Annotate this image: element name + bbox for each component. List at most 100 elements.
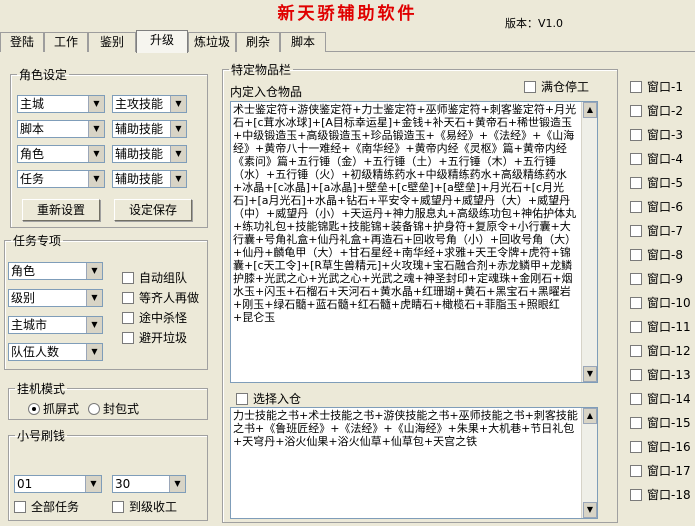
task-role-select[interactable]: 角色 ▼ <box>8 262 103 280</box>
checkbox-icon <box>630 345 642 357</box>
checkbox-icon <box>630 273 642 285</box>
full-stop-checkbox[interactable]: 满仓停工 <box>524 80 589 94</box>
screen-capture-label: 抓屏式 <box>43 402 80 416</box>
window-label: 窗口-6 <box>647 200 683 214</box>
full-stop-label: 满仓停工 <box>541 80 590 94</box>
choose-items-textarea[interactable]: 力士技能之书+术士技能之书+游侠技能之书+巫师技能之书+刺客技能之书+《鲁班匠经… <box>230 407 598 519</box>
packet-radio[interactable]: 封包式 <box>88 402 139 416</box>
kill-monsters-label: 途中杀怪 <box>139 311 188 325</box>
screen-capture-radio[interactable]: 抓屏式 <box>28 402 79 416</box>
wait-all-label: 等齐人再做 <box>139 291 200 305</box>
script-select[interactable]: 脚本 ▼ <box>17 120 105 138</box>
task-role-select-value: 角色 <box>11 264 36 278</box>
assist-skill-select-2[interactable]: 辅助技能 ▼ <box>112 145 187 163</box>
save-settings-button[interactable]: 设定保存 <box>114 199 192 221</box>
assist-skill-select-3-value: 辅助技能 <box>115 172 164 186</box>
window-checkbox-17[interactable]: 窗口-17 <box>630 464 691 478</box>
chevron-down-icon: ▼ <box>86 290 102 306</box>
window-checkbox-8[interactable]: 窗口-8 <box>630 248 683 262</box>
checkbox-icon <box>630 441 642 453</box>
window-label: 窗口-8 <box>647 248 683 262</box>
city-select[interactable]: 主城 ▼ <box>17 95 105 113</box>
wait-all-checkbox[interactable]: 等齐人再做 <box>122 291 199 305</box>
scroll-up-icon[interactable]: ▲ <box>583 408 597 424</box>
level-stop-checkbox[interactable]: 到级收工 <box>112 500 177 514</box>
alt-start-select[interactable]: 01 ▼ <box>14 475 102 493</box>
all-tasks-checkbox[interactable]: 全部任务 <box>14 500 79 514</box>
chevron-down-icon: ▼ <box>86 263 102 279</box>
tab-bar: 登陆 工作 鉴别 升级 炼垃圾 刷杂 脚本 <box>0 30 695 53</box>
assist-skill-select-1[interactable]: 辅助技能 ▼ <box>112 120 187 138</box>
character-select-value: 角色 <box>20 147 45 161</box>
chevron-down-icon: ▼ <box>86 344 102 360</box>
checkbox-icon <box>630 153 642 165</box>
window-checkbox-1[interactable]: 窗口-1 <box>630 80 683 94</box>
scroll-up-icon[interactable]: ▲ <box>583 102 597 118</box>
store-items-scrollbar[interactable]: ▲ ▼ <box>581 102 597 382</box>
chevron-down-icon: ▼ <box>170 146 186 162</box>
main-skill-select[interactable]: 主攻技能 ▼ <box>112 95 187 113</box>
chevron-down-icon: ▼ <box>86 317 102 333</box>
window-checkbox-2[interactable]: 窗口-2 <box>630 104 683 118</box>
store-items-label: 内定入仓物品 <box>230 85 303 99</box>
choose-store-checkbox[interactable]: 选择入仓 <box>236 392 301 406</box>
avoid-junk-label: 避开垃圾 <box>139 331 188 345</box>
tab-login[interactable]: 登陆 <box>0 32 44 52</box>
window-label: 窗口-10 <box>647 296 691 310</box>
task-select[interactable]: 任务 ▼ <box>17 170 105 188</box>
tab-misc[interactable]: 刷杂 <box>236 32 280 52</box>
window-label: 窗口-4 <box>647 152 683 166</box>
window-label: 窗口-11 <box>647 320 691 334</box>
checkbox-icon <box>236 393 248 405</box>
reset-button[interactable]: 重新设置 <box>22 199 100 221</box>
tab-work[interactable]: 工作 <box>44 32 88 52</box>
checkbox-icon <box>524 81 536 93</box>
checkbox-icon <box>630 393 642 405</box>
choose-items-scrollbar[interactable]: ▲ ▼ <box>581 408 597 518</box>
assist-skill-select-3[interactable]: 辅助技能 ▼ <box>112 170 187 188</box>
window-checkbox-12[interactable]: 窗口-12 <box>630 344 691 358</box>
store-items-text: 术士鉴定符+游侠鉴定符+力士鉴定符+巫师鉴定符+刺客鉴定符+月光石+[c茸水冰球… <box>233 103 577 324</box>
chevron-down-icon: ▼ <box>170 171 186 187</box>
role-settings-legend: 角色设定 <box>19 68 68 82</box>
store-items-textarea[interactable]: 术士鉴定符+游侠鉴定符+力士鉴定符+巫师鉴定符+刺客鉴定符+月光石+[c茸水冰球… <box>230 101 598 383</box>
scroll-down-icon[interactable]: ▼ <box>583 366 597 382</box>
alt-end-select-value: 30 <box>115 477 131 491</box>
tab-identify[interactable]: 鉴别 <box>88 32 136 52</box>
character-select[interactable]: 角色 ▼ <box>17 145 105 163</box>
kill-monsters-checkbox[interactable]: 途中杀怪 <box>122 311 187 325</box>
avoid-junk-checkbox[interactable]: 避开垃圾 <box>122 331 187 345</box>
window-checkbox-15[interactable]: 窗口-15 <box>630 416 691 430</box>
scroll-down-icon[interactable]: ▼ <box>583 502 597 518</box>
auto-team-checkbox[interactable]: 自动组队 <box>122 271 187 285</box>
window-checkbox-5[interactable]: 窗口-5 <box>630 176 683 190</box>
window-checkbox-4[interactable]: 窗口-4 <box>630 152 683 166</box>
radio-icon <box>88 403 100 415</box>
window-checkbox-3[interactable]: 窗口-3 <box>630 128 683 142</box>
window-checkbox-6[interactable]: 窗口-6 <box>630 200 683 214</box>
chevron-down-icon: ▼ <box>170 96 186 112</box>
chevron-down-icon: ▼ <box>88 171 104 187</box>
window-checkbox-7[interactable]: 窗口-7 <box>630 224 683 238</box>
window-checkbox-14[interactable]: 窗口-14 <box>630 392 691 406</box>
window-checkbox-9[interactable]: 窗口-9 <box>630 272 683 286</box>
level-select[interactable]: 级别 ▼ <box>8 289 103 307</box>
chevron-down-icon: ▼ <box>88 96 104 112</box>
team-size-select[interactable]: 队伍人数 ▼ <box>8 343 103 361</box>
chevron-down-icon: ▼ <box>169 476 185 492</box>
window-checkbox-10[interactable]: 窗口-10 <box>630 296 691 310</box>
window-label: 窗口-13 <box>647 368 691 382</box>
tab-script[interactable]: 脚本 <box>280 32 326 52</box>
packet-label: 封包式 <box>103 402 140 416</box>
alt-end-select[interactable]: 30 ▼ <box>112 475 186 493</box>
main-city-select[interactable]: 主城市 ▼ <box>8 316 103 334</box>
checkbox-icon <box>630 177 642 189</box>
window-checkbox-18[interactable]: 窗口-18 <box>630 488 691 502</box>
window-checkbox-11[interactable]: 窗口-11 <box>630 320 691 334</box>
chevron-down-icon: ▼ <box>88 121 104 137</box>
window-checkbox-13[interactable]: 窗口-13 <box>630 368 691 382</box>
tab-upgrade[interactable]: 升级 <box>136 30 188 53</box>
window-checkbox-16[interactable]: 窗口-16 <box>630 440 691 454</box>
tab-refine[interactable]: 炼垃圾 <box>188 32 236 52</box>
window-label: 窗口-18 <box>647 488 691 502</box>
